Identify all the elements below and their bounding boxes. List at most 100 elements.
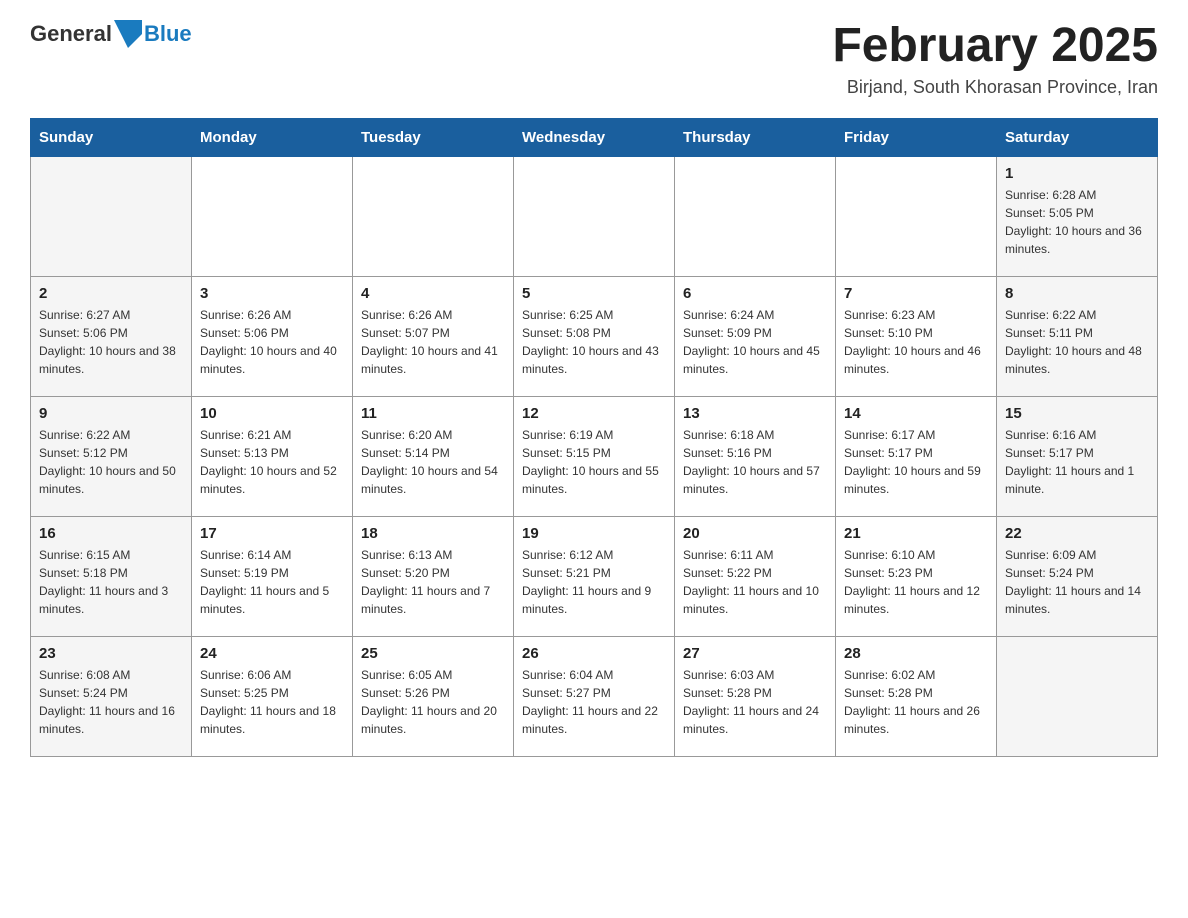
day-info: Sunrise: 6:26 AMSunset: 5:06 PMDaylight:… [200,306,344,378]
day-number: 6 [683,285,827,302]
calendar-cell: 6 Sunrise: 6:24 AMSunset: 5:09 PMDaylight… [675,276,836,396]
day-number: 13 [683,405,827,422]
day-number: 2 [39,285,183,302]
calendar-cell: 23 Sunrise: 6:08 AMSunset: 5:24 PMDayligh… [31,636,192,756]
calendar-cell: 21 Sunrise: 6:10 AMSunset: 5:23 PMDayligh… [836,516,997,636]
col-thursday: Thursday [675,118,836,156]
day-number: 23 [39,645,183,662]
col-monday: Monday [192,118,353,156]
location-subtitle: Birjand, South Khorasan Province, Iran [832,77,1158,98]
calendar-cell: 1 Sunrise: 6:28 AMSunset: 5:05 PMDaylight… [997,156,1158,276]
day-info: Sunrise: 6:19 AMSunset: 5:15 PMDaylight:… [522,426,666,498]
logo: General Blue [30,20,192,48]
day-number: 17 [200,525,344,542]
day-info: Sunrise: 6:25 AMSunset: 5:08 PMDaylight:… [522,306,666,378]
calendar-cell: 13 Sunrise: 6:18 AMSunset: 5:16 PMDayligh… [675,396,836,516]
day-info: Sunrise: 6:13 AMSunset: 5:20 PMDaylight:… [361,546,505,618]
logo-icon [114,20,142,48]
calendar-cell: 8Sunrise: 6:22 AMSunset: 5:11 PMDaylight… [997,276,1158,396]
calendar-week-row: 9 Sunrise: 6:22 AMSunset: 5:12 PMDaylight… [31,396,1158,516]
col-sunday: Sunday [31,118,192,156]
logo-blue: Blue [144,21,192,47]
day-info: Sunrise: 6:24 AMSunset: 5:09 PMDaylight:… [683,306,827,378]
calendar-cell: 19Sunrise: 6:12 AMSunset: 5:21 PMDayligh… [514,516,675,636]
day-number: 1 [1005,165,1149,182]
day-number: 8 [1005,285,1149,302]
calendar-cell [836,156,997,276]
calendar-cell: 26Sunrise: 6:04 AMSunset: 5:27 PMDayligh… [514,636,675,756]
day-info: Sunrise: 6:26 AMSunset: 5:07 PMDaylight:… [361,306,505,378]
calendar-cell: 3 Sunrise: 6:26 AMSunset: 5:06 PMDaylight… [192,276,353,396]
day-info: Sunrise: 6:17 AMSunset: 5:17 PMDaylight:… [844,426,988,498]
calendar-cell: 25 Sunrise: 6:05 AMSunset: 5:26 PMDayligh… [353,636,514,756]
day-number: 3 [200,285,344,302]
calendar-cell [353,156,514,276]
calendar-header-row: Sunday Monday Tuesday Wednesday Thursday… [31,118,1158,156]
calendar-cell [31,156,192,276]
calendar-cell: 2 Sunrise: 6:27 AMSunset: 5:06 PMDaylight… [31,276,192,396]
day-number: 26 [522,645,666,662]
day-number: 7 [844,285,988,302]
calendar-cell: 14Sunrise: 6:17 AMSunset: 5:17 PMDayligh… [836,396,997,516]
day-info: Sunrise: 6:28 AMSunset: 5:05 PMDaylight:… [1005,186,1149,258]
day-info: Sunrise: 6:08 AMSunset: 5:24 PMDaylight:… [39,666,183,738]
day-number: 25 [361,645,505,662]
day-info: Sunrise: 6:05 AMSunset: 5:26 PMDaylight:… [361,666,505,738]
day-number: 28 [844,645,988,662]
day-info: Sunrise: 6:14 AMSunset: 5:19 PMDaylight:… [200,546,344,618]
calendar-cell: 5 Sunrise: 6:25 AMSunset: 5:08 PMDaylight… [514,276,675,396]
day-number: 22 [1005,525,1149,542]
calendar-cell: 17 Sunrise: 6:14 AMSunset: 5:19 PMDayligh… [192,516,353,636]
day-number: 12 [522,405,666,422]
day-info: Sunrise: 6:22 AMSunset: 5:12 PMDaylight:… [39,426,183,498]
day-number: 19 [522,525,666,542]
day-number: 27 [683,645,827,662]
day-number: 18 [361,525,505,542]
calendar-cell [997,636,1158,756]
calendar-week-row: 16 Sunrise: 6:15 AMSunset: 5:18 PMDayligh… [31,516,1158,636]
calendar-cell: 9 Sunrise: 6:22 AMSunset: 5:12 PMDaylight… [31,396,192,516]
calendar-cell: 16 Sunrise: 6:15 AMSunset: 5:18 PMDayligh… [31,516,192,636]
day-info: Sunrise: 6:20 AMSunset: 5:14 PMDaylight:… [361,426,505,498]
day-info: Sunrise: 6:21 AMSunset: 5:13 PMDaylight:… [200,426,344,498]
calendar-week-row: 2 Sunrise: 6:27 AMSunset: 5:06 PMDaylight… [31,276,1158,396]
day-number: 24 [200,645,344,662]
calendar-cell: 12 Sunrise: 6:19 AMSunset: 5:15 PMDayligh… [514,396,675,516]
day-info: Sunrise: 6:03 AMSunset: 5:28 PMDaylight:… [683,666,827,738]
day-number: 10 [200,405,344,422]
day-info: Sunrise: 6:23 AMSunset: 5:10 PMDaylight:… [844,306,988,378]
col-tuesday: Tuesday [353,118,514,156]
calendar-cell [192,156,353,276]
logo-general: General [30,21,112,47]
day-number: 15 [1005,405,1149,422]
calendar-cell: 18 Sunrise: 6:13 AMSunset: 5:20 PMDayligh… [353,516,514,636]
day-number: 11 [361,405,505,422]
day-info: Sunrise: 6:02 AMSunset: 5:28 PMDaylight:… [844,666,988,738]
title-block: February 2025 Birjand, South Khorasan Pr… [832,20,1158,98]
calendar-cell: 7 Sunrise: 6:23 AMSunset: 5:10 PMDaylight… [836,276,997,396]
page-header: General Blue February 2025 Birjand, Sout… [30,20,1158,98]
day-info: Sunrise: 6:18 AMSunset: 5:16 PMDaylight:… [683,426,827,498]
calendar-cell: 15 Sunrise: 6:16 AMSunset: 5:17 PMDayligh… [997,396,1158,516]
day-info: Sunrise: 6:27 AMSunset: 5:06 PMDaylight:… [39,306,183,378]
day-number: 16 [39,525,183,542]
day-info: Sunrise: 6:16 AMSunset: 5:17 PMDaylight:… [1005,426,1149,498]
day-info: Sunrise: 6:09 AMSunset: 5:24 PMDaylight:… [1005,546,1149,618]
day-number: 20 [683,525,827,542]
calendar-cell: 27 Sunrise: 6:03 AMSunset: 5:28 PMDayligh… [675,636,836,756]
day-info: Sunrise: 6:10 AMSunset: 5:23 PMDaylight:… [844,546,988,618]
calendar-cell: 20 Sunrise: 6:11 AMSunset: 5:22 PMDayligh… [675,516,836,636]
day-info: Sunrise: 6:06 AMSunset: 5:25 PMDaylight:… [200,666,344,738]
day-info: Sunrise: 6:15 AMSunset: 5:18 PMDaylight:… [39,546,183,618]
day-number: 21 [844,525,988,542]
calendar-table: Sunday Monday Tuesday Wednesday Thursday… [30,118,1158,757]
day-number: 5 [522,285,666,302]
col-saturday: Saturday [997,118,1158,156]
day-number: 4 [361,285,505,302]
calendar-cell: 24 Sunrise: 6:06 AMSunset: 5:25 PMDayligh… [192,636,353,756]
calendar-cell: 10 Sunrise: 6:21 AMSunset: 5:13 PMDayligh… [192,396,353,516]
day-info: Sunrise: 6:11 AMSunset: 5:22 PMDaylight:… [683,546,827,618]
calendar-week-row: 23 Sunrise: 6:08 AMSunset: 5:24 PMDayligh… [31,636,1158,756]
day-number: 9 [39,405,183,422]
calendar-cell: 11 Sunrise: 6:20 AMSunset: 5:14 PMDayligh… [353,396,514,516]
